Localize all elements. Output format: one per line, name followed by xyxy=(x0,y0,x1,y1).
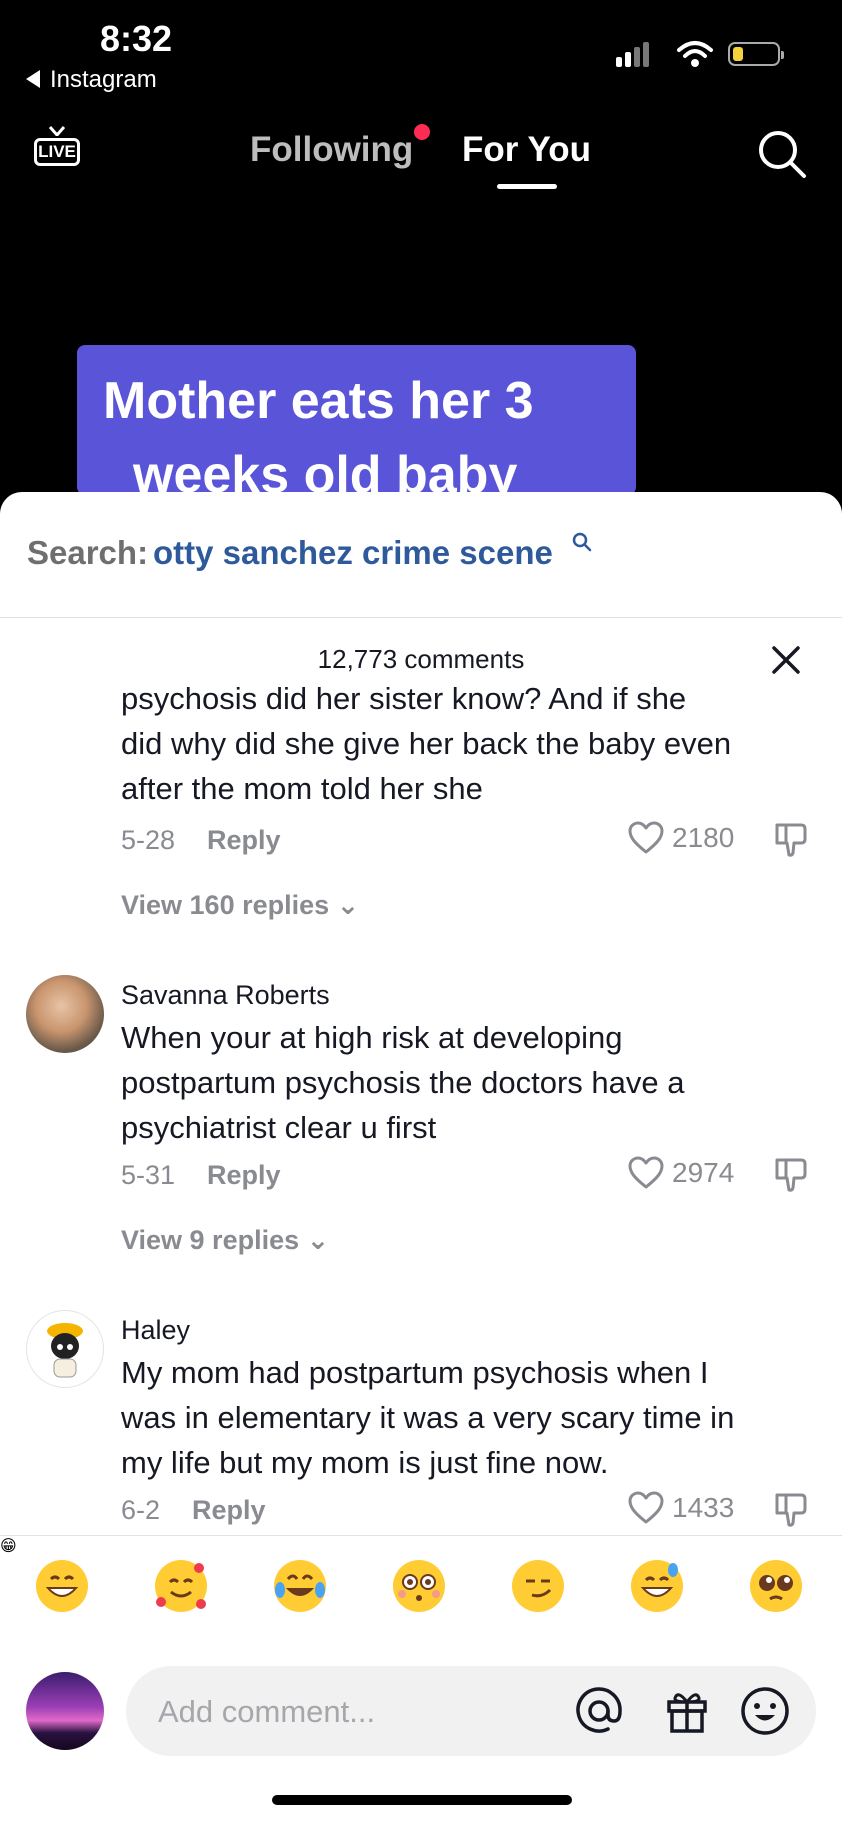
pleading-emoji-icon[interactable] xyxy=(748,1558,804,1614)
live-antenna-icon xyxy=(48,126,66,136)
mention-icon[interactable] xyxy=(572,1684,626,1738)
heart-icon xyxy=(628,1156,664,1189)
flushed-emoji-icon[interactable] xyxy=(391,1558,447,1614)
avatar[interactable] xyxy=(26,975,104,1053)
like-button[interactable]: 2974 xyxy=(628,1156,734,1190)
gift-icon[interactable] xyxy=(660,1684,714,1738)
live-icon: LIVE xyxy=(34,138,80,166)
wifi-icon xyxy=(677,41,713,67)
comment-field[interactable] xyxy=(126,1666,816,1756)
comment-text: When your at high risk at developing pos… xyxy=(121,1015,821,1150)
comment-meta: 5-31 Reply xyxy=(121,1160,281,1191)
heart-icon xyxy=(628,1491,664,1524)
like-button[interactable]: 1433 xyxy=(628,1491,734,1525)
smiling-hearts-emoji-icon[interactable] xyxy=(153,1558,209,1614)
view-replies-label: View 9 replies xyxy=(121,1225,300,1255)
back-triangle-icon xyxy=(26,70,40,88)
my-avatar[interactable] xyxy=(26,1672,104,1750)
like-count: 2974 xyxy=(672,1157,735,1188)
comment-meta: 5-28 Reply xyxy=(121,825,281,856)
view-replies-button[interactable]: View 9 replies ⌄ xyxy=(121,1225,329,1256)
comment-line: after the mom told her she xyxy=(121,771,483,806)
comments-list[interactable]: psychosis did her sister know? And if sh… xyxy=(0,685,842,1530)
reply-button[interactable]: Reply xyxy=(207,825,281,855)
comments-sheet: Search: otty sanchez crime scene 12,773 … xyxy=(0,492,842,1821)
grinning-emoji-icon[interactable] xyxy=(34,1558,90,1614)
comment-text: My mom had postpartum psychosis when I w… xyxy=(121,1350,821,1485)
comment-username[interactable]: Haley xyxy=(121,1315,190,1346)
tears-of-joy-emoji-icon[interactable] xyxy=(272,1558,328,1614)
emoji-quick-bar: 😁 xyxy=(0,1535,842,1636)
reply-button[interactable]: Reply xyxy=(192,1495,266,1525)
comment-line: was in elementary it was a very scary ti… xyxy=(121,1400,735,1435)
caption-line-1: Mother eats her 3 xyxy=(103,372,534,430)
clock: 8:32 xyxy=(100,18,173,59)
caption-line-2: weeks old baby xyxy=(133,446,518,495)
comment-date: 5-28 xyxy=(121,825,176,855)
notification-dot xyxy=(414,124,430,140)
status-bar: 8:32 Instagram xyxy=(0,0,842,100)
comments-count: 12,773 comments xyxy=(317,644,525,674)
comment-line: When your at high risk at developing xyxy=(121,1020,623,1055)
chevron-down-icon: ⌄ xyxy=(306,1225,330,1255)
like-count: 1433 xyxy=(672,1492,735,1523)
comment-line: My mom had postpartum psychosis when I xyxy=(121,1355,709,1390)
emoji-picker-icon[interactable] xyxy=(738,1684,792,1738)
video-caption-banner: Mother eats her 3 weeks old baby xyxy=(77,345,636,495)
tab-for-you[interactable]: For You xyxy=(462,130,591,170)
top-nav: LIVE Following For You xyxy=(0,112,842,192)
close-icon[interactable] xyxy=(768,642,804,678)
reply-button[interactable]: Reply xyxy=(207,1160,281,1190)
live-button[interactable]: LIVE xyxy=(34,126,84,170)
search-prefix: Search: xyxy=(27,534,149,571)
smirk-emoji-icon[interactable] xyxy=(510,1558,566,1614)
comment-date: 6-2 xyxy=(121,1495,161,1525)
dislike-icon[interactable] xyxy=(773,1491,809,1529)
comment-line: postpartum psychosis the doctors have a xyxy=(121,1065,685,1100)
like-count: 2180 xyxy=(672,822,735,853)
search-term-link[interactable]: otty sanchez crime scene xyxy=(153,534,553,572)
comment-line: psychiatrist clear u first xyxy=(121,1110,437,1145)
comment-date: 5-31 xyxy=(121,1160,176,1190)
heart-icon xyxy=(628,821,664,854)
dislike-icon[interactable] xyxy=(773,1156,809,1194)
comment-username[interactable]: Savanna Roberts xyxy=(121,980,330,1011)
comment-input[interactable] xyxy=(156,1686,540,1738)
chevron-down-icon: ⌄ xyxy=(336,890,360,920)
search-suggestion[interactable]: Search: otty sanchez crime scene xyxy=(0,492,842,618)
tab-following[interactable]: Following xyxy=(250,130,413,170)
comment-text: psychosis did her sister know? And if sh… xyxy=(121,685,821,811)
comment-line: my life but my mom is just fine now. xyxy=(121,1445,609,1480)
comment-meta: 6-2 Reply xyxy=(121,1495,266,1526)
signal-icon xyxy=(616,42,652,67)
comment-line: psychosis did her sister know? And if sh… xyxy=(121,685,687,716)
search-icon[interactable] xyxy=(756,128,808,180)
avatar[interactable] xyxy=(26,1310,104,1388)
view-replies-label: View 160 replies xyxy=(121,890,330,920)
cartoon-avatar-icon xyxy=(47,1323,83,1378)
home-indicator xyxy=(272,1795,572,1805)
back-to-app-link[interactable]: Instagram xyxy=(26,66,157,94)
dislike-icon[interactable] xyxy=(773,821,809,859)
battery-icon xyxy=(728,42,784,66)
search-small-icon xyxy=(572,532,592,552)
comment-composer xyxy=(0,1652,842,1762)
back-app-label: Instagram xyxy=(50,66,157,93)
active-tab-indicator xyxy=(497,184,557,189)
comment-line: did why did she give her back the baby e… xyxy=(121,726,732,761)
sweat-smile-emoji-icon[interactable] xyxy=(629,1558,685,1614)
view-replies-button[interactable]: View 160 replies ⌄ xyxy=(121,890,359,921)
like-button[interactable]: 2180 xyxy=(628,821,734,855)
